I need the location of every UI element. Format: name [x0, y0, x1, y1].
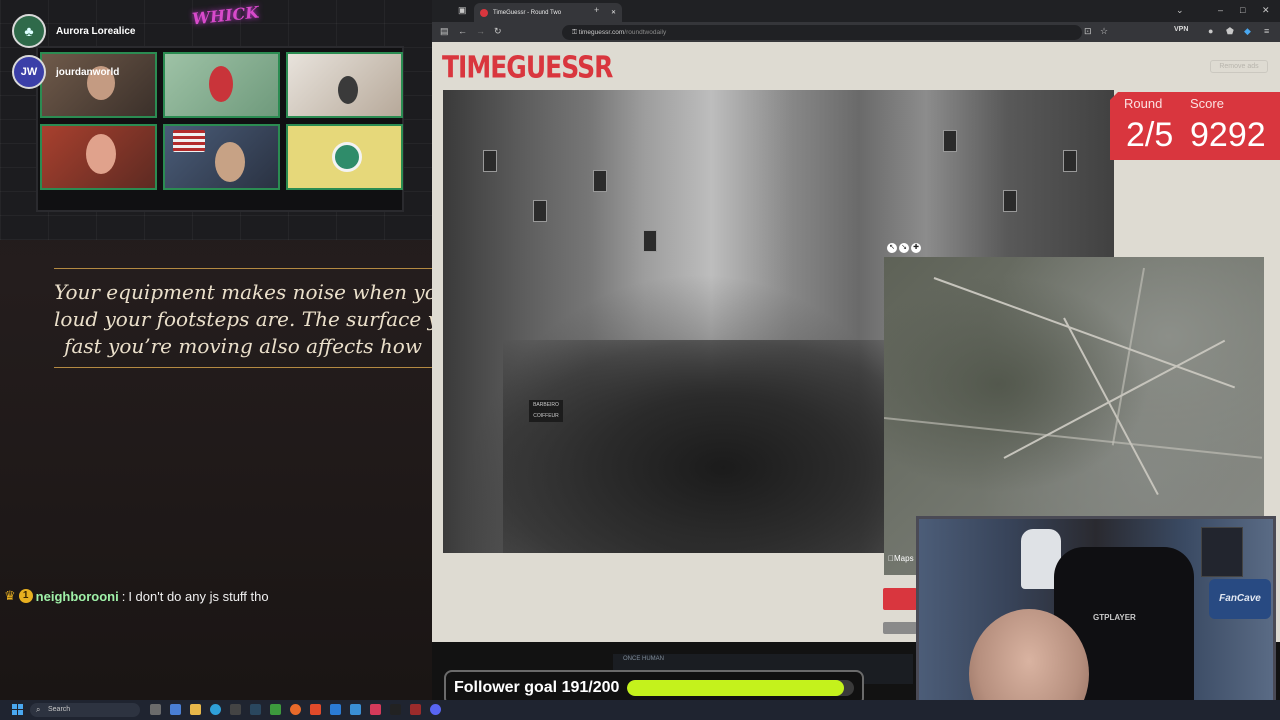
settings-icon[interactable]: [230, 704, 241, 715]
map-tools: ↖ ↘ ✚: [887, 243, 921, 253]
app-icon[interactable]: [370, 704, 381, 715]
extensions-icon[interactable]: ⬟: [1226, 26, 1234, 37]
jw-avatar-icon: JW: [12, 55, 46, 89]
discord-icon[interactable]: [430, 704, 441, 715]
tab-timeguessr[interactable]: TimeGuessr - Round Two ✕: [474, 3, 622, 22]
follower-goal-label: Follower goal 191/200: [454, 679, 620, 696]
expand-map-icon[interactable]: ↘: [899, 243, 909, 253]
xbox-icon[interactable]: [270, 704, 281, 715]
year-slider[interactable]: [883, 622, 917, 634]
round-score-panel: Round Score 2/5 9292: [1110, 92, 1280, 160]
tab-search-icon[interactable]: ⌄: [1176, 5, 1184, 16]
task-view-icon[interactable]: [150, 704, 161, 715]
tree-avatar-icon: ♣: [12, 14, 46, 48]
chair-brand: GTPLAYER: [1093, 613, 1136, 622]
edge-icon[interactable]: [210, 704, 221, 715]
video-tile: [286, 124, 403, 190]
lock-icon: ⚿: [572, 29, 579, 36]
shop-sign: BARBEIRO COIFFEUR: [529, 400, 563, 422]
forward-icon[interactable]: →: [476, 26, 485, 36]
start-icon[interactable]: [12, 704, 23, 715]
neon-sign: WHICK: [191, 2, 261, 29]
voice-user-name: Aurora Lorealice: [56, 25, 136, 37]
remove-ads-button[interactable]: Remove ads: [1210, 60, 1268, 73]
sidebar-icon[interactable]: ▤: [440, 26, 449, 37]
stream-overlay-panel: WHICK ♣ Aurora Lorealice JW jourdanworld…: [0, 0, 432, 700]
round-value: 2/5: [1126, 116, 1174, 154]
obs-icon[interactable]: [410, 704, 421, 715]
firefox-icon[interactable]: [290, 704, 301, 715]
shrink-map-icon[interactable]: ↖: [887, 243, 897, 253]
score-label: Score: [1190, 96, 1224, 111]
game-tip-text: Your equipment makes noise when you m lo…: [54, 268, 432, 368]
widgets-icon[interactable]: [170, 704, 181, 715]
install-app-icon[interactable]: ⊡: [1084, 26, 1092, 37]
chat-username: neighborooni: [35, 588, 119, 604]
taskbar-search[interactable]: ⌕ Search: [30, 703, 140, 717]
voice-user[interactable]: ♣ Aurora Lorealice: [12, 14, 135, 48]
fancave-logo: FanCave: [1209, 579, 1271, 619]
follower-goal-track: [627, 680, 854, 696]
maps-attribution: Maps: [888, 554, 914, 563]
terminal-icon[interactable]: [390, 704, 401, 715]
chat-message: ♛ 1 neighborooni: I don't do any js stuf…: [4, 588, 269, 604]
pin-map-icon[interactable]: ✚: [911, 243, 921, 253]
screen: WHICK ♣ Aurora Lorealice JW jourdanworld…: [0, 0, 1280, 720]
brick-wall-background: WHICK ♣ Aurora Lorealice JW jourdanworld: [0, 0, 432, 240]
brave-icon[interactable]: [310, 704, 321, 715]
browser-toolbar: ▤ ← → ↻ ⚿ timeguessr.com/roundtwodaily ⊡…: [432, 22, 1280, 42]
maximize-icon[interactable]: □: [1240, 5, 1245, 15]
url-path: /roundtwodaily: [624, 29, 667, 36]
tab-actions-icon[interactable]: ▣: [458, 5, 467, 16]
poster: [1201, 527, 1243, 577]
vscode-icon[interactable]: [330, 704, 341, 715]
video-tile: [163, 124, 280, 190]
profile-icon[interactable]: ●: [1208, 26, 1213, 36]
video-tile: [163, 52, 280, 118]
close-tab-icon[interactable]: ✕: [611, 9, 616, 16]
close-window-icon[interactable]: ✕: [1262, 5, 1270, 16]
tip-line: fast you’re moving also affects how: [64, 334, 422, 358]
back-icon[interactable]: ←: [458, 26, 467, 36]
voice-user[interactable]: JW jourdanworld: [12, 55, 119, 89]
new-tab-icon[interactable]: +: [594, 5, 599, 15]
search-icon: ⌕: [36, 705, 41, 714]
windows-taskbar: ⌕ Search: [0, 700, 1280, 720]
timeguessr-favicon-icon: [480, 8, 488, 17]
chat-text: I don't do any js stuff tho: [128, 588, 269, 604]
streamer-webcam: GTPLAYER FanCave: [916, 516, 1276, 716]
bookmark-icon[interactable]: ☆: [1100, 26, 1108, 37]
url-domain: timeguessr.com: [578, 29, 625, 36]
chat-separator: :: [121, 588, 126, 604]
extension-icon[interactable]: ◆: [1244, 26, 1251, 37]
timeguessr-logo[interactable]: TIMEGUESSR: [442, 50, 613, 85]
file-explorer-icon[interactable]: [190, 704, 201, 715]
minimize-icon[interactable]: –: [1218, 5, 1223, 15]
follower-goal-fill: [627, 680, 844, 696]
search-placeholder: Search: [48, 706, 71, 713]
voice-user-name: jourdanworld: [56, 66, 120, 78]
sub-badge: 1: [18, 589, 33, 603]
app-icon[interactable]: [350, 704, 361, 715]
crown-icon: ♛: [4, 588, 16, 603]
vpn-badge[interactable]: VPN: [1174, 26, 1188, 33]
address-bar[interactable]: ⚿ timeguessr.com/roundtwodaily: [562, 25, 1082, 40]
score-value: 9292: [1190, 116, 1266, 154]
video-tile: [40, 124, 157, 190]
tip-line: Your equipment makes noise when you m: [54, 280, 432, 304]
tip-line: loud your footsteps are. The surface yo: [54, 307, 432, 331]
guess-button[interactable]: [883, 588, 917, 610]
crowd: [503, 340, 943, 553]
menu-icon[interactable]: ≡: [1264, 26, 1269, 36]
tab-bar: ▣ TimeGuessr - Round Two ✕ + ⌄ – □ ✕: [432, 0, 1280, 22]
steam-icon[interactable]: [250, 704, 261, 715]
tab-title: TimeGuessr - Round Two: [493, 9, 562, 16]
round-label: Round: [1124, 96, 1163, 111]
video-tile: [286, 52, 403, 118]
reload-icon[interactable]: ↻: [494, 26, 502, 37]
